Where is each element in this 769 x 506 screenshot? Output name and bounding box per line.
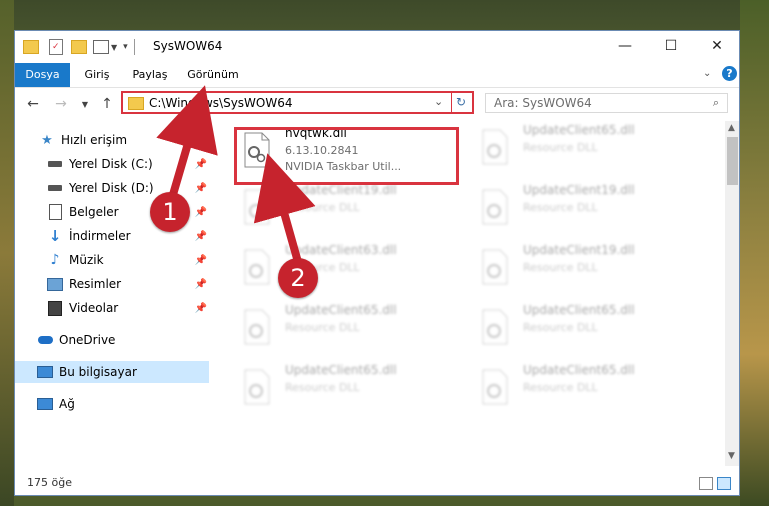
step-marker-1: 1 xyxy=(150,192,190,232)
annotation-arrows xyxy=(156,85,316,266)
arrow-to-file xyxy=(253,153,316,266)
step-marker-2: 2 xyxy=(278,258,318,298)
arrow-to-address-bar xyxy=(156,85,218,202)
